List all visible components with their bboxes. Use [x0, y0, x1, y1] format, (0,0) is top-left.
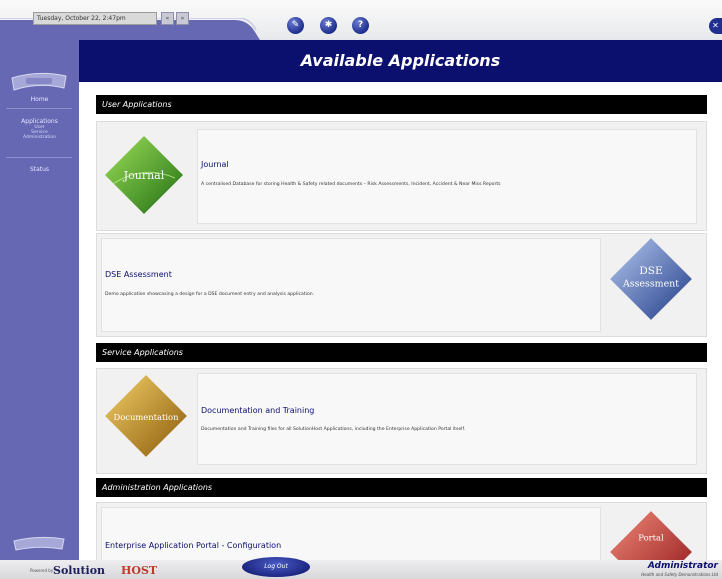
section-administration-applications: Administration Applications — [96, 478, 707, 497]
dse-logo-icon[interactable]: DSE Assessment — [608, 236, 694, 322]
applications-list: User Applications Journal Journal A cent… — [79, 82, 722, 560]
app-card-body — [197, 129, 697, 224]
sidebar-logo-icon — [11, 72, 67, 91]
app-title-portal[interactable]: Enterprise Application Portal - Configur… — [105, 541, 281, 550]
sidebar-subitem-administration[interactable]: Administration — [0, 135, 79, 140]
app-card-documentation[interactable]: Documentation Documentation and Training… — [96, 368, 707, 474]
close-icon[interactable]: ✕ — [709, 18, 722, 34]
dse-logo-line2: Assessment — [622, 278, 679, 289]
page-title: Available Applications — [300, 51, 501, 70]
section-user-applications: User Applications — [96, 95, 707, 114]
sidebar-item-status[interactable]: Status — [0, 166, 79, 173]
journal-logo-text: Journal — [123, 169, 165, 182]
app-title-dse[interactable]: DSE Assessment — [105, 270, 172, 279]
app-window: Tuesday, October 22, 2:47pm « » ✎ ✱ ? ✕ … — [0, 0, 722, 579]
sidebar-divider — [6, 108, 72, 109]
app-desc-documentation: Documentation and Training files for all… — [201, 427, 466, 432]
user-organisation: Health and Safety Demonstrations Ltd — [641, 572, 718, 577]
documentation-logo-icon[interactable]: Documentation — [103, 373, 189, 459]
app-title-documentation[interactable]: Documentation and Training — [201, 406, 314, 415]
app-card-journal[interactable]: Journal Journal A centralised Database f… — [96, 121, 707, 231]
app-card-body — [197, 373, 697, 465]
portal-logo-text: Portal — [638, 532, 664, 542]
page-header: Available Applications — [79, 40, 722, 82]
brand-logo-host: HOST — [121, 564, 158, 577]
app-card-body — [101, 507, 601, 560]
help-icon[interactable]: ? — [352, 17, 369, 34]
sidebar-bottom-logo-icon — [13, 536, 65, 551]
powered-by-label: Powered by — [30, 568, 54, 573]
settings-icon[interactable]: ✱ — [320, 17, 337, 34]
back-arrows-icon[interactable]: « — [161, 12, 174, 25]
app-card-body — [101, 238, 601, 332]
section-service-applications: Service Applications — [96, 343, 707, 362]
sidebar-divider — [6, 157, 72, 158]
sidebar-item-label: Applications — [21, 118, 58, 125]
documentation-logo-text: Documentation — [114, 412, 180, 422]
app-card-portal[interactable]: Portal Enterprise Application Portal - C… — [96, 502, 707, 560]
sidebar-item-applications[interactable]: Applications User Service Administration — [0, 118, 79, 140]
sidebar: Home Applications User Service Administr… — [0, 40, 79, 561]
user-name: Administrator — [647, 561, 718, 571]
brand-logo-solution: Solution — [53, 564, 106, 577]
app-title-journal[interactable]: Journal — [201, 160, 229, 169]
app-desc-dse: Demo application showcasing a design for… — [105, 292, 315, 297]
journal-logo-icon[interactable]: Journal — [103, 134, 185, 216]
dse-logo-line1: DSE — [639, 265, 662, 277]
top-bar: Tuesday, October 22, 2:47pm « » ✎ ✱ ? ✕ — [0, 0, 722, 40]
sidebar-item-home[interactable]: Home — [0, 96, 79, 103]
footer: Powered by Solution HOST — [0, 560, 722, 579]
app-card-dse[interactable]: DSE Assessment DSE Assessment Demo appli… — [96, 233, 707, 337]
date-display: Tuesday, October 22, 2:47pm — [33, 12, 157, 25]
tools-icon[interactable]: ✎ — [287, 17, 304, 34]
forward-arrows-icon[interactable]: » — [176, 12, 189, 25]
logout-button[interactable]: Log Out — [242, 557, 310, 577]
portal-logo-icon[interactable]: Portal — [608, 509, 694, 560]
app-desc-journal: A centralised Database for storing Healt… — [201, 182, 501, 187]
